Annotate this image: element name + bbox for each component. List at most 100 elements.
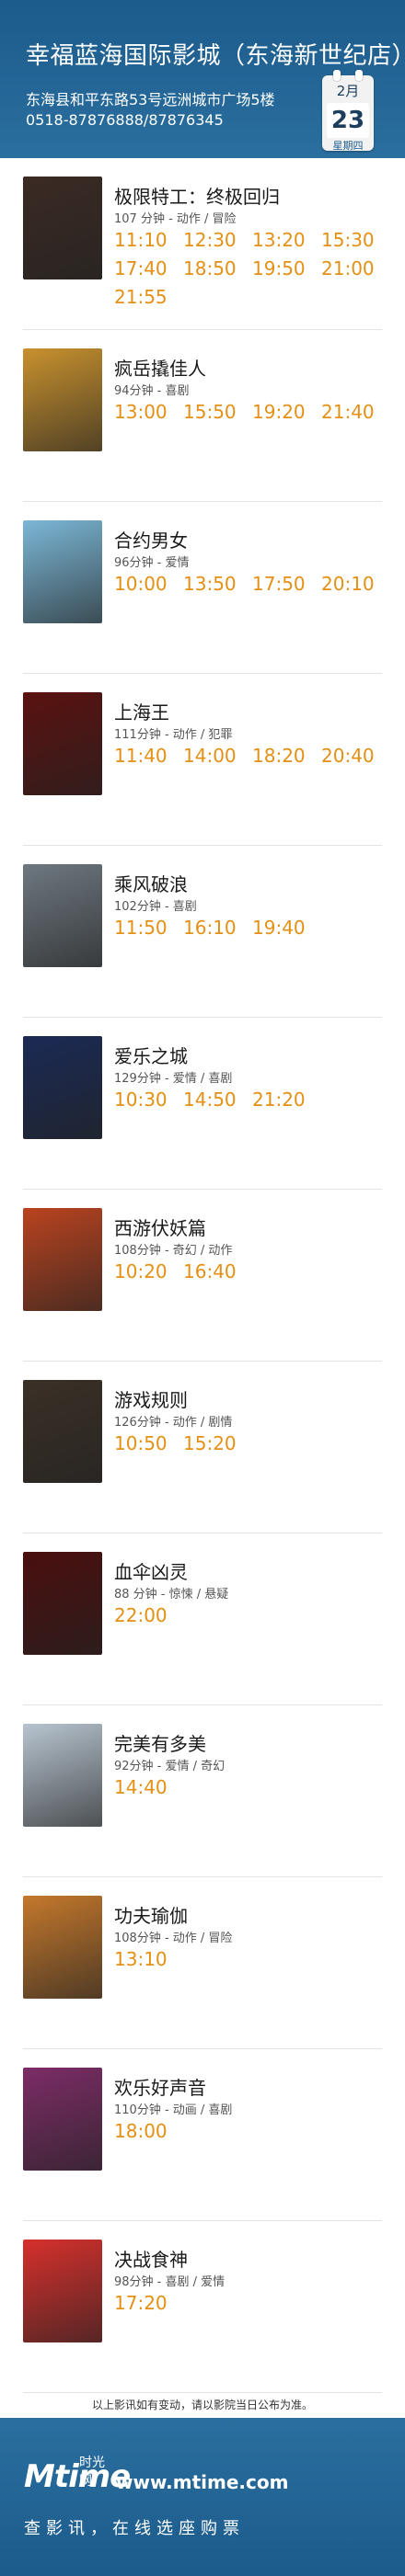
showtime[interactable]: 12:30 [183, 228, 252, 253]
movie-poster[interactable] [23, 1552, 102, 1655]
movie-meta: 126分钟 - 动作 / 剧情 [114, 1416, 233, 1430]
showtime[interactable]: 11:50 [114, 916, 183, 940]
showtime[interactable]: 18:50 [183, 256, 252, 281]
mtime-logo[interactable]: Mtime 时光网 [24, 2451, 131, 2502]
movie-title[interactable]: 功夫瑜伽 [114, 1901, 188, 1928]
movie-poster[interactable] [23, 520, 102, 623]
movie-title[interactable]: 欢乐好声音 [114, 2073, 206, 2100]
showtime[interactable]: 10:00 [114, 572, 183, 597]
showtime[interactable]: 17:50 [252, 572, 321, 597]
showtime[interactable]: 16:40 [183, 1260, 252, 1284]
movie-title[interactable]: 极限特工：终极回归 [114, 182, 280, 209]
movie-item[interactable]: 欢乐好声音 110分钟 - 动画 / 喜剧 18:00 [0, 2049, 405, 2221]
movie-item[interactable]: 乘风破浪 102分钟 - 喜剧 11:50 16:10 19:40 [0, 846, 405, 1018]
disclaimer: 以上影讯如有变动，请以影院当日公布为准。 [91, 2399, 313, 2411]
showtime[interactable]: 16:10 [183, 916, 252, 940]
movie-poster[interactable] [23, 864, 102, 967]
calendar-ring-icon [333, 70, 341, 81]
showtime[interactable]: 21:40 [321, 400, 390, 425]
movie-item[interactable]: 极限特工：终极回归 107 分钟 - 动作 / 冒险 11:10 12:30 13:20… [0, 158, 405, 330]
movie-title[interactable]: 决战食神 [114, 2245, 188, 2272]
showtime[interactable]: 15:30 [321, 228, 390, 253]
movie-poster[interactable] [23, 1208, 102, 1311]
showtime[interactable]: 17:20 [114, 2291, 183, 2316]
movie-poster[interactable] [23, 2240, 102, 2342]
showtime[interactable]: 11:10 [114, 228, 183, 253]
logo-cn: 时光网 [79, 2456, 105, 2489]
showtime[interactable]: 21:20 [252, 1088, 321, 1112]
showtime[interactable]: 10:20 [114, 1260, 183, 1284]
movie-poster[interactable] [23, 1724, 102, 1827]
showtime[interactable]: 14:40 [114, 1775, 183, 1800]
movie-title[interactable]: 乘风破浪 [114, 870, 188, 896]
date-month: 2月 [336, 83, 360, 99]
showtime[interactable]: 13:20 [252, 228, 321, 253]
showtime[interactable]: 13:50 [183, 572, 252, 597]
site-url-link[interactable]: www.mtime.com [116, 2471, 288, 2493]
movie-item[interactable]: 疯岳撬佳人 94分钟 - 喜剧 13:00 15:50 19:20 21:40 [0, 330, 405, 502]
movie-meta: 108分钟 - 奇幻 / 动作 [114, 1244, 233, 1258]
movie-poster[interactable] [23, 2068, 102, 2171]
showtimes: 11:10 12:30 13:20 15:30 17:40 18:50 19:50 21:00… [114, 228, 390, 310]
calendar-date-badge: 2月 23 星期四 [322, 70, 374, 152]
showtime[interactable]: 19:50 [252, 256, 321, 281]
movie-item[interactable]: 血伞凶灵 88 分钟 - 惊悚 / 悬疑 22:00 [0, 1533, 405, 1705]
movie-title[interactable]: 爱乐之城 [114, 1042, 188, 1068]
movie-poster[interactable] [23, 1380, 102, 1483]
date-weekday: 星期四 [332, 140, 364, 152]
showtime[interactable]: 19:40 [252, 916, 321, 940]
movie-poster[interactable] [23, 1036, 102, 1139]
showtime[interactable]: 15:50 [183, 400, 252, 425]
movie-meta: 94分钟 - 喜剧 [114, 384, 190, 398]
movie-poster[interactable] [23, 348, 102, 451]
showtime[interactable]: 21:55 [114, 285, 183, 310]
movie-poster[interactable] [23, 692, 102, 795]
movie-item[interactable]: 爱乐之城 129分钟 - 爱情 / 喜剧 10:30 14:50 21:20 [0, 1018, 405, 1190]
movie-poster[interactable] [23, 177, 102, 279]
showtime[interactable]: 22:00 [114, 1603, 183, 1628]
movie-item[interactable]: 西游伏妖篇 108分钟 - 奇幻 / 动作 10:20 16:40 [0, 1190, 405, 1362]
showtime[interactable]: 19:20 [252, 400, 321, 425]
movie-poster[interactable] [23, 1896, 102, 1999]
showtime[interactable]: 20:10 [321, 572, 390, 597]
showtime[interactable]: 17:40 [114, 256, 183, 281]
showtime[interactable]: 20:40 [321, 744, 390, 769]
showtime[interactable]: 18:20 [252, 744, 321, 769]
movie-title[interactable]: 疯岳撬佳人 [114, 354, 206, 381]
movie-item[interactable]: 决战食神 98分钟 - 喜剧 / 爱情 17:20 [0, 2221, 405, 2393]
showtimes: 10:50 15:20 [114, 1431, 390, 1456]
movie-meta: 88 分钟 - 惊悚 / 悬疑 [114, 1588, 229, 1601]
movie-title[interactable]: 西游伏妖篇 [114, 1214, 206, 1240]
showtime[interactable]: 14:00 [183, 744, 252, 769]
showtime[interactable]: 13:00 [114, 400, 183, 425]
showtime[interactable]: 15:20 [183, 1431, 252, 1456]
movie-meta: 96分钟 - 爱情 [114, 556, 190, 570]
movie-item[interactable]: 上海王 111分钟 - 动作 / 犯罪 11:40 14:00 18:20 20:40 [0, 674, 405, 846]
showtime[interactable]: 13:10 [114, 1947, 183, 1972]
showtime[interactable]: 10:50 [114, 1431, 183, 1456]
showtimes: 11:40 14:00 18:20 20:40 [114, 744, 390, 769]
showtime[interactable]: 14:50 [183, 1088, 252, 1112]
page: 幸福蓝海国际影城（东海新世纪店） 东海县和平东路53号远洲城市广场5楼 0518… [0, 0, 405, 2576]
movie-title[interactable]: 上海王 [114, 698, 169, 724]
calendar-ring-icon [355, 70, 363, 81]
movie-item[interactable]: 游戏规则 126分钟 - 动作 / 剧情 10:50 15:20 [0, 1362, 405, 1533]
movie-item[interactable]: 功夫瑜伽 108分钟 - 动作 / 冒险 13:10 [0, 1877, 405, 2049]
showtime[interactable]: 18:00 [114, 2119, 183, 2144]
movie-item[interactable]: 完美有多美 92分钟 - 爱情 / 奇幻 14:40 [0, 1705, 405, 1877]
showtime[interactable]: 11:40 [114, 744, 183, 769]
movie-title[interactable]: 合约男女 [114, 526, 188, 553]
movie-meta: 107 分钟 - 动作 / 冒险 [114, 212, 237, 226]
showtimes: 10:30 14:50 21:20 [114, 1088, 390, 1112]
movie-title[interactable]: 完美有多美 [114, 1729, 206, 1756]
header: 幸福蓝海国际影城（东海新世纪店） 东海县和平东路53号远洲城市广场5楼 0518… [0, 0, 405, 158]
movie-title[interactable]: 血伞凶灵 [114, 1557, 188, 1584]
movie-meta: 108分钟 - 动作 / 冒险 [114, 1932, 233, 1945]
showtime[interactable]: 10:30 [114, 1088, 183, 1112]
footer: Mtime 时光网 www.mtime.com 查影讯，在线选座购票 [0, 2418, 405, 2576]
date-day: 23 [327, 103, 369, 138]
movie-title[interactable]: 游戏规则 [114, 1385, 188, 1412]
showtime[interactable]: 21:00 [321, 256, 390, 281]
cinema-address: 东海县和平东路53号远洲城市广场5楼 [26, 91, 275, 108]
movie-item[interactable]: 合约男女 96分钟 - 爱情 10:00 13:50 17:50 20:10 [0, 502, 405, 674]
